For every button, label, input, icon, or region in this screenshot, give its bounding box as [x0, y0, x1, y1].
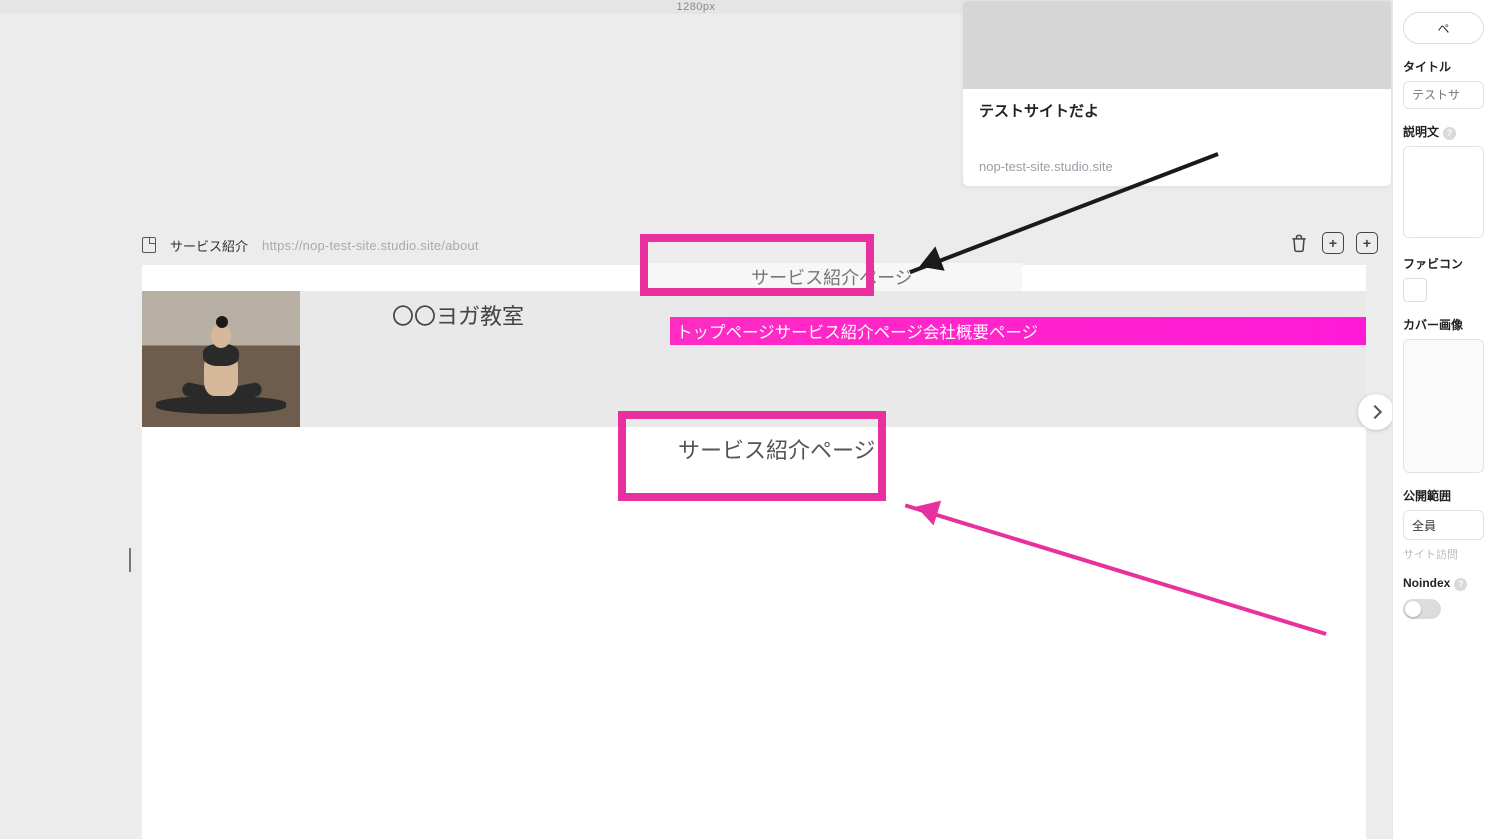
label-description: 説明文? [1403, 123, 1484, 140]
site-title-text[interactable]: 〇〇ヨガ教室 [392, 299, 524, 331]
label-cover: カバー画像 [1403, 316, 1484, 333]
editor-canvas[interactable]: 1280px テストサイトだよ nop-test-site.studio.sit… [0, 0, 1392, 839]
page-actions: + + [1288, 232, 1378, 254]
visibility-hint: サイト訪問 [1403, 546, 1484, 562]
help-icon[interactable]: ? [1454, 578, 1467, 591]
title-input[interactable] [1403, 81, 1484, 109]
cover-image-picker[interactable] [1403, 339, 1484, 473]
label-visibility: 公開範囲 [1403, 487, 1484, 504]
expand-panel-button[interactable] [1358, 394, 1392, 430]
delete-page-button[interactable] [1288, 232, 1310, 254]
duplicate-page-button[interactable]: + [1322, 232, 1344, 254]
page-preview-card: テストサイトだよ nop-test-site.studio.site [962, 0, 1392, 187]
page-icon [142, 237, 156, 253]
properties-panel: ペ タイトル 説明文? ファビコン カバー画像 公開範囲 全員 サイト訪問 No… [1392, 0, 1492, 839]
favicon-picker[interactable] [1403, 278, 1427, 302]
site-hero-image[interactable] [142, 291, 300, 427]
annotation-box-1 [640, 234, 874, 296]
preview-title: テストサイトだよ [979, 100, 1099, 121]
help-icon[interactable]: ? [1443, 127, 1456, 140]
label-favicon: ファビコン [1403, 255, 1484, 272]
page-name: サービス紹介 [170, 236, 248, 255]
panel-top-pill-button[interactable]: ペ [1403, 12, 1484, 44]
visibility-select[interactable]: 全員 [1403, 510, 1484, 540]
annotation-box-2 [618, 411, 886, 501]
label-title: タイトル [1403, 58, 1484, 75]
text-cursor [129, 548, 131, 572]
noindex-toggle[interactable] [1403, 599, 1441, 619]
yoga-illustration [176, 304, 266, 414]
page-url: https://nop-test-site.studio.site/about [262, 238, 479, 253]
site-frame[interactable]: サービス紹介ページ 〇〇ヨガ教室 トップページサービス紹介ページ会社概要ページ … [142, 265, 1366, 839]
site-header[interactable]: 〇〇ヨガ教室 トップページサービス紹介ページ会社概要ページ [142, 291, 1366, 427]
site-nav-bar[interactable]: トップページサービス紹介ページ会社概要ページ [670, 317, 1366, 345]
label-noindex: Noindex? [1403, 576, 1484, 591]
description-input[interactable] [1403, 146, 1484, 238]
preview-url: nop-test-site.studio.site [979, 159, 1113, 174]
add-page-button[interactable]: + [1356, 232, 1378, 254]
